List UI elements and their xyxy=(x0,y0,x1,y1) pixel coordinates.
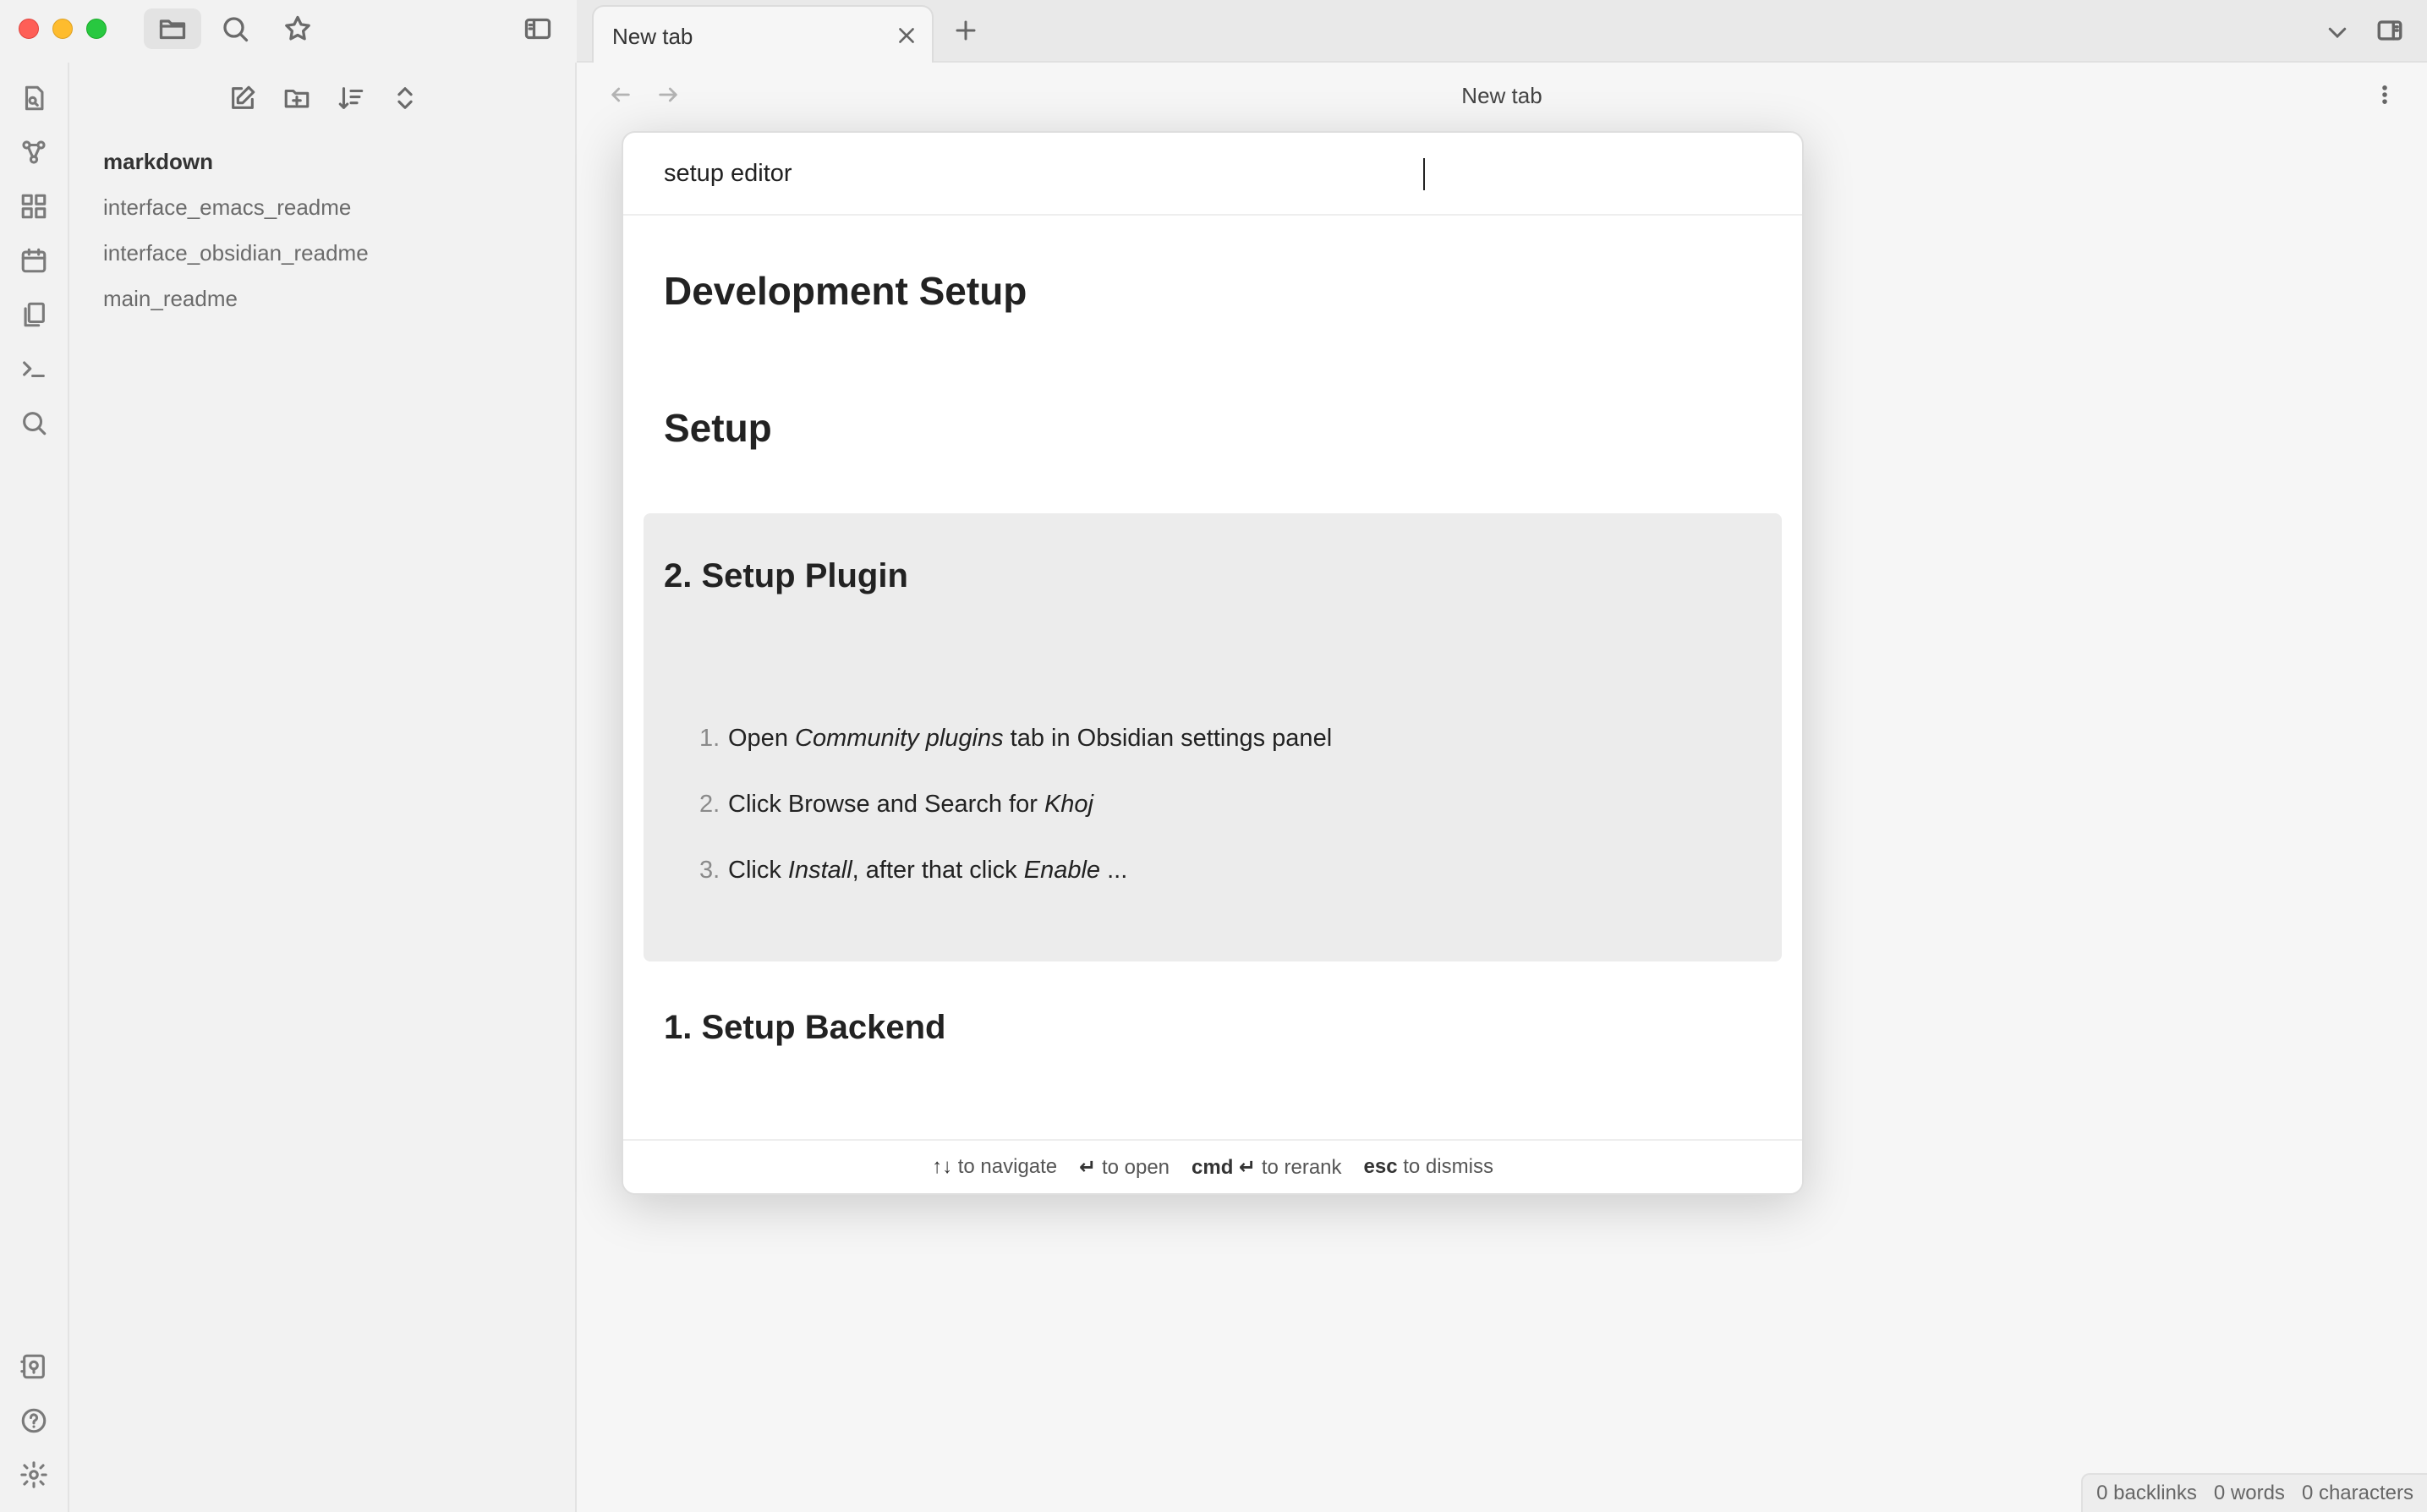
star-icon xyxy=(285,15,310,41)
more-options-button[interactable] xyxy=(2368,78,2402,112)
search-result-development-setup[interactable]: Development Setup xyxy=(644,217,1782,353)
search-result-setup-plugin[interactable]: 2. Setup Plugin 1. Open Community plugins… xyxy=(644,513,1782,961)
new-folder-icon xyxy=(284,89,310,108)
word-count: 0 words xyxy=(2213,1482,2285,1504)
calendar-icon xyxy=(21,248,47,273)
bookmarks-button[interactable] xyxy=(269,8,326,49)
setup-steps-list: 1. Open Community plugins tab in Obsidian… xyxy=(699,725,1332,923)
list-item: 2. Click Browse and Search for Khoj xyxy=(699,791,1093,818)
search-result-setup[interactable]: Setup xyxy=(644,353,1782,488)
result-heading: Setup xyxy=(664,406,772,450)
quick-switcher-button[interactable] xyxy=(15,79,52,117)
templates-icon xyxy=(24,302,45,327)
open-vault-button[interactable] xyxy=(15,1348,52,1385)
graph-icon xyxy=(22,140,46,164)
tab-new-tab[interactable]: New tab xyxy=(592,5,934,63)
more-vertical-icon xyxy=(2382,85,2387,104)
folder-icon xyxy=(159,19,186,40)
file-tree: markdown interface_emacs_readme interfac… xyxy=(103,139,558,321)
instruction-rerank: cmd ↵ to rerank xyxy=(1192,1155,1342,1179)
result-heading: 1. Setup Backend xyxy=(664,1009,946,1046)
sidebar-toggle-icon xyxy=(524,18,551,40)
settings-icon xyxy=(20,1461,47,1488)
canvas-icon xyxy=(21,194,47,219)
search-button[interactable] xyxy=(206,8,264,49)
tree-file-interface-obsidian-readme[interactable]: interface_obsidian_readme xyxy=(103,230,558,276)
instruction-open: ↵ to open xyxy=(1079,1155,1170,1179)
minimize-window-button[interactable] xyxy=(52,19,73,39)
close-icon xyxy=(899,28,914,43)
terminal-icon xyxy=(23,361,45,378)
close-tab-button[interactable] xyxy=(895,24,918,47)
search-input[interactable] xyxy=(623,133,1802,216)
file-explorer-actions xyxy=(222,78,426,118)
templates-button[interactable] xyxy=(15,296,52,333)
close-window-button[interactable] xyxy=(19,19,39,39)
toggle-right-sidebar-button[interactable] xyxy=(2373,14,2407,47)
view-header: New tab xyxy=(577,64,2427,123)
tab-title: New tab xyxy=(612,24,693,49)
new-folder-button[interactable] xyxy=(276,78,318,118)
tab-bar: New tab xyxy=(577,0,2427,63)
sort-button[interactable] xyxy=(330,78,372,118)
result-heading: Development Setup xyxy=(664,269,1027,313)
new-note-button[interactable] xyxy=(222,78,264,118)
quick-switcher-icon xyxy=(25,85,44,111)
obsidian-window: markdown interface_emacs_readme interfac… xyxy=(0,0,2427,1512)
help-button[interactable] xyxy=(15,1402,52,1439)
toggle-left-sidebar-button[interactable] xyxy=(509,8,567,49)
chevron-down-icon xyxy=(2328,27,2347,39)
vault-icon xyxy=(20,1354,45,1379)
tree-file-interface-emacs-readme[interactable]: interface_emacs_readme xyxy=(103,184,558,230)
sidebar-toggle-icon xyxy=(2377,20,2402,41)
new-tab-button[interactable] xyxy=(949,14,983,47)
list-item: 3. Click Install, after that click Enable… xyxy=(699,857,1128,884)
new-note-icon xyxy=(232,85,255,109)
view-title: New tab xyxy=(1461,83,1542,108)
plus-icon xyxy=(956,20,976,41)
zoom-window-button[interactable] xyxy=(86,19,107,39)
search-modal: Development Setup Setup 2. Setup Plugin … xyxy=(622,131,1804,1195)
ribbon xyxy=(0,63,69,1512)
sort-icon xyxy=(338,87,364,109)
file-explorer-button[interactable] xyxy=(144,8,201,49)
instruction-dismiss: esc to dismiss xyxy=(1363,1155,1493,1178)
search-result-setup-backend[interactable]: 1. Setup Backend xyxy=(644,961,1782,1097)
collapse-icon xyxy=(397,87,413,109)
list-item: 1. Open Community plugins tab in Obsidian… xyxy=(699,725,1333,752)
canvas-button[interactable] xyxy=(15,188,52,225)
tab-list-button[interactable] xyxy=(2320,15,2354,49)
ribbon-search-button[interactable] xyxy=(15,404,52,441)
tree-file-main-readme[interactable]: main_readme xyxy=(103,276,558,321)
collapse-all-button[interactable] xyxy=(384,78,426,118)
titlebar xyxy=(0,0,577,63)
backlinks-count[interactable]: 0 backlinks xyxy=(2096,1482,2197,1505)
instruction-navigate: ↑↓ to navigate xyxy=(932,1155,1058,1178)
character-count: 0 characters xyxy=(2301,1482,2413,1504)
tree-folder-markdown[interactable]: markdown xyxy=(103,139,558,184)
text-caret xyxy=(1423,158,1425,190)
daily-note-button[interactable] xyxy=(15,242,52,279)
file-explorer-sidebar: markdown interface_emacs_readme interfac… xyxy=(69,63,577,1512)
status-bar: 0 backlinks 0 words 0 characters xyxy=(2081,1473,2427,1512)
modal-instructions: ↑↓ to navigate ↵ to open cmd ↵ to rerank… xyxy=(623,1139,1802,1193)
settings-button[interactable] xyxy=(15,1456,52,1493)
help-icon xyxy=(21,1408,47,1433)
graph-view-button[interactable] xyxy=(15,134,52,171)
result-heading: 2. Setup Plugin xyxy=(664,557,908,594)
search-icon xyxy=(223,17,249,42)
search-icon xyxy=(23,412,47,436)
terminal-button[interactable] xyxy=(15,350,52,387)
